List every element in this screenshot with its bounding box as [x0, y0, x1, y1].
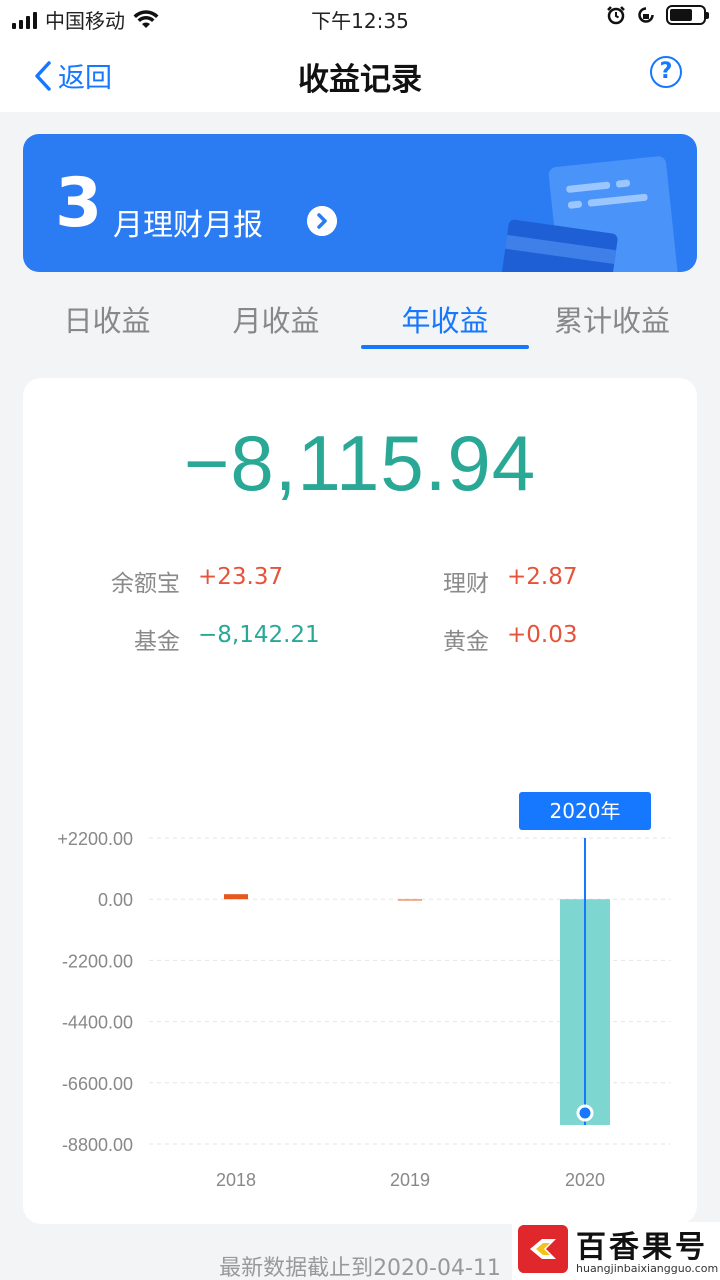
y-tick-label: -4400.00	[62, 1013, 133, 1033]
income-item-label: 黄金	[443, 629, 489, 655]
yearly-income-chart[interactable]: +2200.00 0.00 -2200.00 -4400.00 -6600.00 -880…	[23, 788, 697, 1198]
income-item-yuebao: 余额宝 +23.37	[111, 564, 284, 597]
watermark-url: huangjinbaixiangguo.com	[576, 1262, 719, 1275]
income-item-gold: 黄金 +0.03	[443, 622, 578, 655]
watermark: 百香果号 huangjinbaixiangguo.com	[512, 1222, 720, 1280]
bar-2019	[398, 898, 422, 901]
y-tick-label: -2200.00	[62, 951, 133, 971]
nav-bar: 返回 收益记录 ?	[0, 36, 720, 112]
income-item-label: 理财	[443, 571, 489, 597]
page-title: 收益记录	[298, 62, 422, 98]
battery-icon	[666, 5, 709, 25]
income-item-label: 余额宝	[111, 571, 180, 597]
x-tick-label: 2020	[565, 1170, 605, 1190]
x-tick-label: 2018	[216, 1170, 256, 1190]
income-tabs: 日收益 月收益 年收益 累计收益	[23, 290, 697, 350]
banner-month-number: 3	[55, 164, 103, 243]
rotation-lock-icon	[638, 7, 654, 23]
income-item-licai: 理财 +2.87	[443, 564, 578, 597]
income-item-value: +2.87	[507, 564, 578, 590]
income-item-fund: 基金 −8,142.21	[134, 622, 320, 655]
banner-label: 月理财月报	[113, 208, 263, 243]
bar-2018	[224, 894, 248, 900]
chevron-right-circle-icon	[307, 206, 337, 236]
income-card: −8,115.94 余额宝 +23.37 理财 +2.87 基金 −8,142.…	[23, 378, 697, 1224]
selection-dot	[576, 1104, 594, 1122]
alarm-icon	[607, 6, 625, 25]
active-tab-indicator	[361, 345, 529, 349]
income-item-value: +23.37	[198, 564, 284, 590]
income-item-value: −8,142.21	[198, 622, 320, 648]
y-tick-label: 0.00	[98, 890, 133, 910]
tab-yearly[interactable]: 年收益	[361, 298, 529, 340]
brand-logo-icon	[518, 1225, 568, 1273]
tab-cumulative[interactable]: 累计收益	[528, 298, 696, 340]
status-right	[606, 5, 709, 25]
card-illustration-icon	[499, 156, 679, 272]
y-tick-label: -8800.00	[62, 1135, 133, 1155]
watermark-name: 百香果号	[576, 1230, 708, 1265]
y-tick-label: +2200.00	[57, 829, 133, 849]
tab-monthly[interactable]: 月收益	[192, 298, 360, 340]
status-bar: 中国移动 下午12:35	[0, 0, 720, 36]
total-income: −8,115.94	[183, 419, 537, 507]
income-item-label: 基金	[134, 629, 180, 655]
help-icon[interactable]: ?	[650, 56, 682, 88]
tab-daily[interactable]: 日收益	[23, 298, 191, 340]
y-tick-label: -6600.00	[62, 1074, 133, 1094]
selection-tooltip-label: 2020年	[550, 799, 621, 823]
x-tick-label: 2019	[390, 1170, 430, 1190]
income-item-value: +0.03	[507, 622, 578, 648]
monthly-report-banner[interactable]: 3 月理财月报	[23, 134, 697, 272]
